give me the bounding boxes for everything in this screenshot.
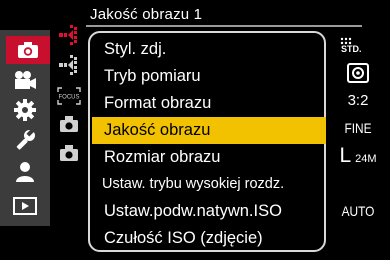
category-my-menu[interactable] bbox=[0, 158, 50, 186]
aspect-ratio-value: 3:2 bbox=[347, 92, 369, 109]
playback-icon bbox=[13, 197, 37, 215]
image-size-megapixels: 24M bbox=[355, 153, 377, 165]
image-quality-value: FINE bbox=[344, 120, 372, 136]
category-photo[interactable] bbox=[6, 36, 50, 64]
focus-icon: FOCUS bbox=[57, 87, 81, 105]
camera-icon bbox=[18, 42, 38, 58]
menu-item-photo-style[interactable]: Styl. zdj. bbox=[92, 36, 326, 63]
camera-flash-icon bbox=[60, 116, 78, 132]
multi-metering-icon bbox=[347, 63, 369, 83]
image-size-letter: L bbox=[339, 144, 352, 167]
menu-item-dual-native-iso[interactable]: Ustaw.podw.natywn.ISO bbox=[92, 198, 326, 225]
tab-focus[interactable]: FOCUS bbox=[57, 84, 81, 108]
person-icon bbox=[16, 162, 34, 182]
wrench-icon bbox=[16, 129, 35, 150]
menu-item-image-size[interactable]: Rozmiar obrazu bbox=[92, 144, 326, 171]
category-playback[interactable] bbox=[0, 192, 50, 220]
image-quality-active-icon bbox=[59, 25, 77, 45]
tab-image-quality[interactable] bbox=[57, 23, 81, 47]
category-setup[interactable] bbox=[0, 126, 50, 154]
video-camera-icon bbox=[15, 71, 36, 89]
photo-style-std-icon: STD. bbox=[340, 37, 362, 54]
svg-text:STD.: STD. bbox=[341, 44, 362, 54]
category-video[interactable] bbox=[0, 66, 50, 94]
category-custom[interactable] bbox=[0, 96, 50, 124]
tab-flash[interactable] bbox=[57, 112, 81, 136]
menu-item-aspect-ratio[interactable]: Format obrazu bbox=[92, 90, 326, 117]
image-quality-icon bbox=[59, 55, 77, 75]
image-size-value: L 24M bbox=[332, 144, 384, 168]
menu-item-iso-sensitivity[interactable]: Czułość ISO (zdjęcie) bbox=[92, 225, 326, 252]
settings-menu: Styl. zdj. Tryb pomiaru Format obrazu Ja… bbox=[88, 31, 326, 252]
svg-text:FOCUS: FOCUS bbox=[59, 95, 80, 101]
title-divider bbox=[86, 25, 362, 27]
tab-other[interactable] bbox=[57, 141, 81, 165]
menu-item-metering-mode[interactable]: Tryb pomiaru bbox=[92, 63, 326, 90]
camera-settings-icon bbox=[60, 145, 78, 161]
menu-item-high-res-mode[interactable]: Ustaw. trybu wysokiej rozdz. bbox=[92, 171, 326, 198]
photo-style-value: STD. bbox=[332, 36, 384, 57]
gear-icon bbox=[14, 99, 36, 121]
metering-mode-value bbox=[332, 62, 384, 87]
tab-image-quality-2[interactable] bbox=[57, 53, 81, 77]
menu-item-image-quality[interactable]: Jakość obrazu bbox=[92, 117, 326, 144]
page-title: Jakość obrazu 1 bbox=[90, 6, 203, 23]
dual-native-iso-value: AUTO bbox=[341, 203, 375, 219]
